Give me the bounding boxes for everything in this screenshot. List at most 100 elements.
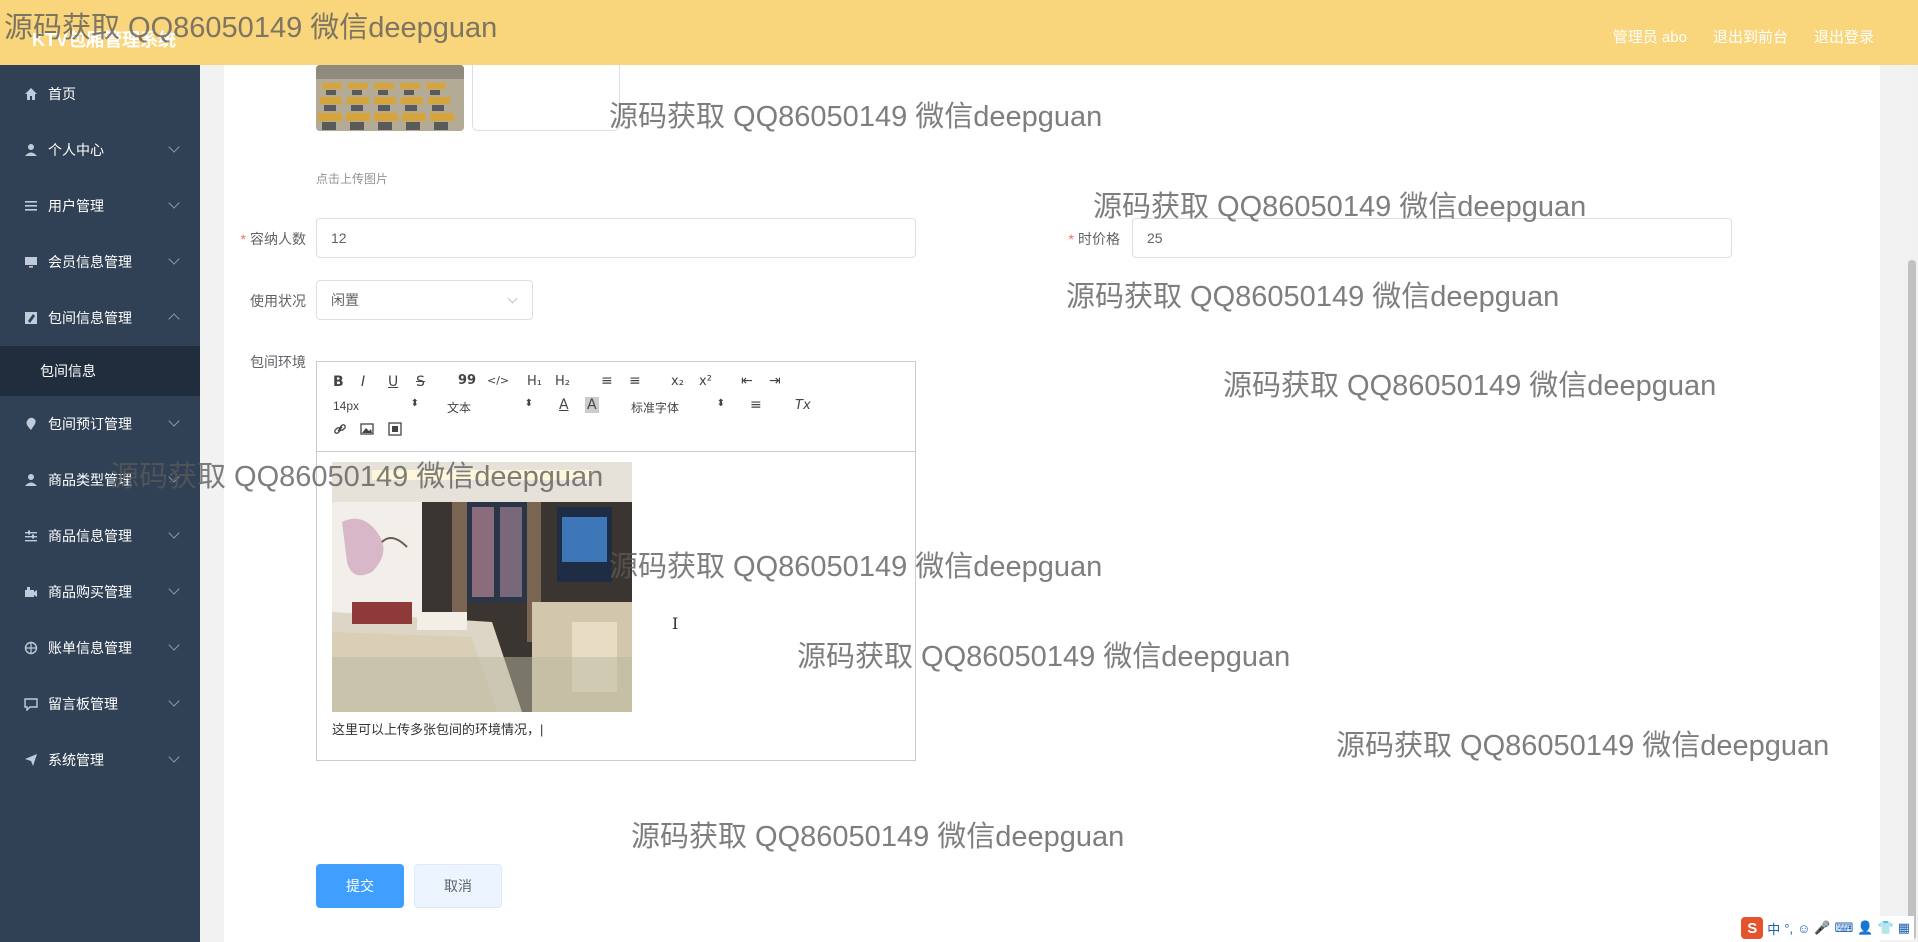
ordered-list-button[interactable]: ≡ <box>601 373 613 389</box>
sogou-logo-icon[interactable]: S <box>1741 917 1764 939</box>
sidebar-item-label: 商品信息管理 <box>48 528 132 544</box>
outdent-button[interactable]: ⇤ <box>741 373 753 389</box>
usage-status-select[interactable]: 闲置 <box>316 280 533 320</box>
list-icon <box>22 197 40 215</box>
sidebar-item-label: 商品类型管理 <box>48 472 132 488</box>
globe-icon <box>22 639 40 657</box>
ime-toolbar: S 中 °, ☺ 🎤 ⌨ 👤 👕 ▦ <box>1737 916 1914 940</box>
editor-content[interactable]: 这里可以上传多张包间的环境情况，| <box>317 453 915 760</box>
subscript-button[interactable]: x₂ <box>671 374 684 389</box>
text-color-button[interactable]: A <box>559 397 569 413</box>
image-upload-button[interactable] <box>472 65 620 131</box>
chevron-down-icon <box>168 415 180 427</box>
submit-button[interactable]: 提交 <box>316 864 404 908</box>
hourly-price-label: * 时价格 <box>1068 231 1120 247</box>
clean-format-button[interactable]: Tx <box>795 398 811 413</box>
user-icon[interactable]: 👤 <box>1857 920 1873 936</box>
user-icon <box>22 471 40 489</box>
back-to-frontend-link[interactable]: 退出到前台 <box>1713 26 1788 47</box>
editor-toolbar: B I U S 99 </> H₁ H₂ ≡ ≡ x₂ x² ⇤ ⇥ 14px ⬍… <box>317 362 915 452</box>
sidebar-item-personal-center[interactable]: 个人中心 <box>0 122 200 178</box>
environment-label: 包间环境 <box>250 354 306 370</box>
chevron-down-icon <box>168 197 180 209</box>
chat-icon <box>22 695 40 713</box>
background-color-button[interactable]: A <box>585 397 599 413</box>
logout-link[interactable]: 退出登录 <box>1814 26 1874 47</box>
camera-icon <box>22 583 40 601</box>
grid-icon[interactable]: ▦ <box>1898 920 1910 936</box>
monitor-icon <box>22 253 40 271</box>
sidebar-item-label: 账单信息管理 <box>48 640 132 656</box>
font-family-select[interactable]: 标准字体 ⬍ <box>631 398 725 416</box>
italic-button[interactable]: I <box>361 374 365 390</box>
strike-button[interactable]: S <box>416 374 425 390</box>
sidebar-item-room-booking[interactable]: 包间预订管理 <box>0 396 200 452</box>
home-icon <box>22 85 40 103</box>
underline-button[interactable]: U <box>388 374 398 390</box>
image-icon <box>360 423 374 435</box>
scrollbar-thumb[interactable] <box>1908 260 1916 940</box>
hourly-price-input[interactable]: 25 <box>1132 218 1732 258</box>
image-button[interactable] <box>360 422 374 440</box>
ime-mode-button[interactable]: 中 <box>1767 919 1780 938</box>
sidebar-item-label: 商品购买管理 <box>48 584 132 600</box>
text-cursor-icon: I <box>672 614 679 633</box>
sidebar-item-member-info[interactable]: 会员信息管理 <box>0 234 200 290</box>
punctuation-button[interactable]: °, <box>1784 921 1793 936</box>
chevron-down-icon <box>168 695 180 707</box>
h1-button[interactable]: H₁ <box>527 374 542 389</box>
video-button[interactable] <box>388 422 402 440</box>
edit-icon <box>22 309 40 327</box>
usage-status-label: 使用状况 <box>250 293 306 309</box>
emoji-icon[interactable]: ☺ <box>1797 921 1810 936</box>
sidebar-item-label: 留言板管理 <box>48 696 118 712</box>
align-button[interactable]: ≡ <box>750 397 762 413</box>
sidebar-item-product-type[interactable]: 商品类型管理 <box>0 452 200 508</box>
link-button[interactable] <box>333 422 347 439</box>
location-icon <box>22 415 40 433</box>
video-icon <box>388 422 402 436</box>
sidebar-item-label: 包间信息管理 <box>48 310 132 326</box>
superscript-button[interactable]: x² <box>699 374 712 389</box>
sidebar-subitem-label: 包间信息 <box>40 363 96 379</box>
sidebar-item-user-management[interactable]: 用户管理 <box>0 178 200 234</box>
microphone-icon[interactable]: 🎤 <box>1814 920 1830 936</box>
sidebar-item-message-board[interactable]: 留言板管理 <box>0 676 200 732</box>
chevron-down-icon <box>168 253 180 265</box>
keyboard-icon[interactable]: ⌨ <box>1835 920 1854 936</box>
sidebar-item-home[interactable]: 首页 <box>0 66 200 122</box>
cover-image-thumbnail[interactable] <box>316 65 464 131</box>
bullet-list-button[interactable]: ≡ <box>629 373 641 389</box>
capacity-input[interactable]: 12 <box>316 218 916 258</box>
code-block-button[interactable]: </> <box>487 374 509 387</box>
page-scrollbar[interactable] <box>1906 65 1918 942</box>
header-select[interactable]: 文本 ⬍ <box>447 398 533 416</box>
bold-button[interactable]: B <box>333 374 344 390</box>
sidebar-item-product-info[interactable]: 商品信息管理 <box>0 508 200 564</box>
chevron-up-icon <box>168 313 180 325</box>
updown-arrow-icon: ⬍ <box>410 398 419 409</box>
header-nav: 管理员 abo 退出到前台 退出登录 <box>1613 26 1874 47</box>
sidebar-subitem-room-info[interactable]: 包间信息 <box>0 346 200 396</box>
sidebar-item-bill-info[interactable]: 账单信息管理 <box>0 620 200 676</box>
skin-icon[interactable]: 👕 <box>1878 920 1894 936</box>
sidebar-item-label: 会员信息管理 <box>48 254 132 270</box>
editor-text: 这里可以上传多张包间的环境情况，| <box>332 722 544 737</box>
admin-name-link[interactable]: 管理员 abo <box>1613 26 1687 47</box>
blockquote-button[interactable]: 99 <box>458 373 476 388</box>
sidebar-item-label: 用户管理 <box>48 198 104 214</box>
sidebar-item-room-info[interactable]: 包间信息管理 <box>0 290 200 346</box>
chevron-down-icon <box>168 639 180 651</box>
cancel-button[interactable]: 取消 <box>414 864 502 908</box>
h2-button[interactable]: H₂ <box>555 374 570 389</box>
indent-button[interactable]: ⇥ <box>769 373 781 389</box>
font-size-select[interactable]: 14px ⬍ <box>333 398 419 413</box>
chevron-down-icon <box>168 583 180 595</box>
sidebar-item-system[interactable]: 系统管理 <box>0 732 200 788</box>
sidebar: 首页 个人中心 用户管理 会员信息管理 包间信息管理 包间信息 包间预订管理 商… <box>0 65 200 942</box>
rich-text-editor: B I U S 99 </> H₁ H₂ ≡ ≡ x₂ x² ⇤ ⇥ 14px ⬍… <box>316 361 916 761</box>
sliders-icon <box>22 527 40 545</box>
chevron-down-icon <box>168 471 180 483</box>
sidebar-item-product-purchase[interactable]: 商品购买管理 <box>0 564 200 620</box>
upload-hint-text: 点击上传图片 <box>316 172 389 186</box>
